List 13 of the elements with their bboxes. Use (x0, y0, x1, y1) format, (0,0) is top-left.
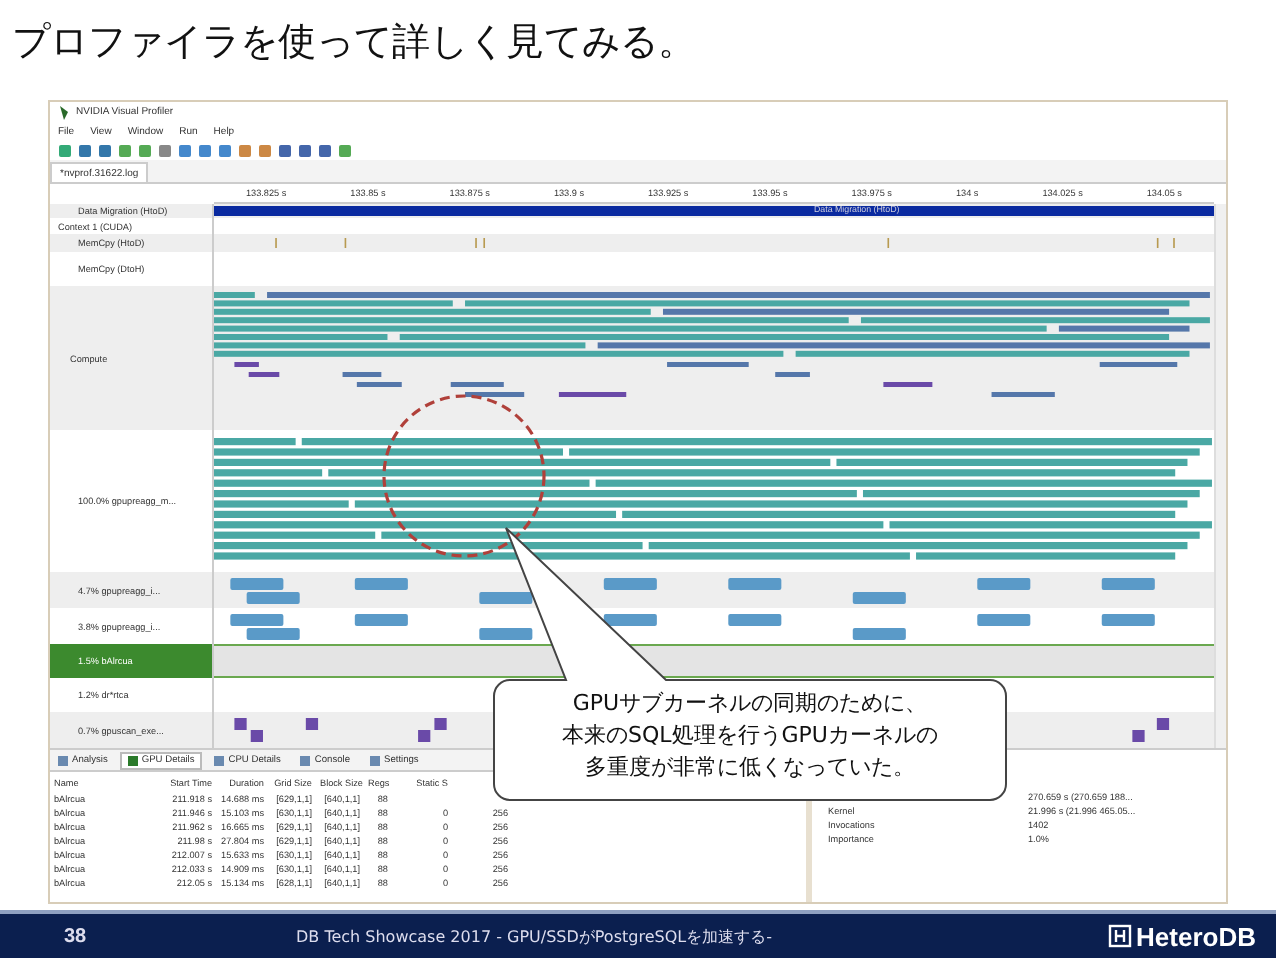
page-number: 38 (64, 925, 89, 947)
tab-icon (127, 755, 138, 765)
logo-text: HeteroDB (1136, 921, 1256, 951)
slide-title: プロファイラを使って詳しく見てみる。 (10, 18, 698, 68)
logo-icon (1108, 924, 1133, 948)
callout-text: GPUサブカーネルの同期のために、 本来のSQL処理を行うGPUカーネルの 多重度が非常に低くなっていた。 (560, 688, 940, 784)
tab-icon (58, 755, 68, 765)
scrollbar[interactable] (1214, 204, 1226, 748)
tab-icon (300, 755, 311, 765)
app-logo-icon (58, 105, 70, 119)
footer-text: DB Tech Showcase 2017 - GPU/SSDがPostgreSQLを加速する- (296, 925, 774, 947)
tab-icon (214, 755, 225, 765)
tab-icon (370, 755, 380, 765)
